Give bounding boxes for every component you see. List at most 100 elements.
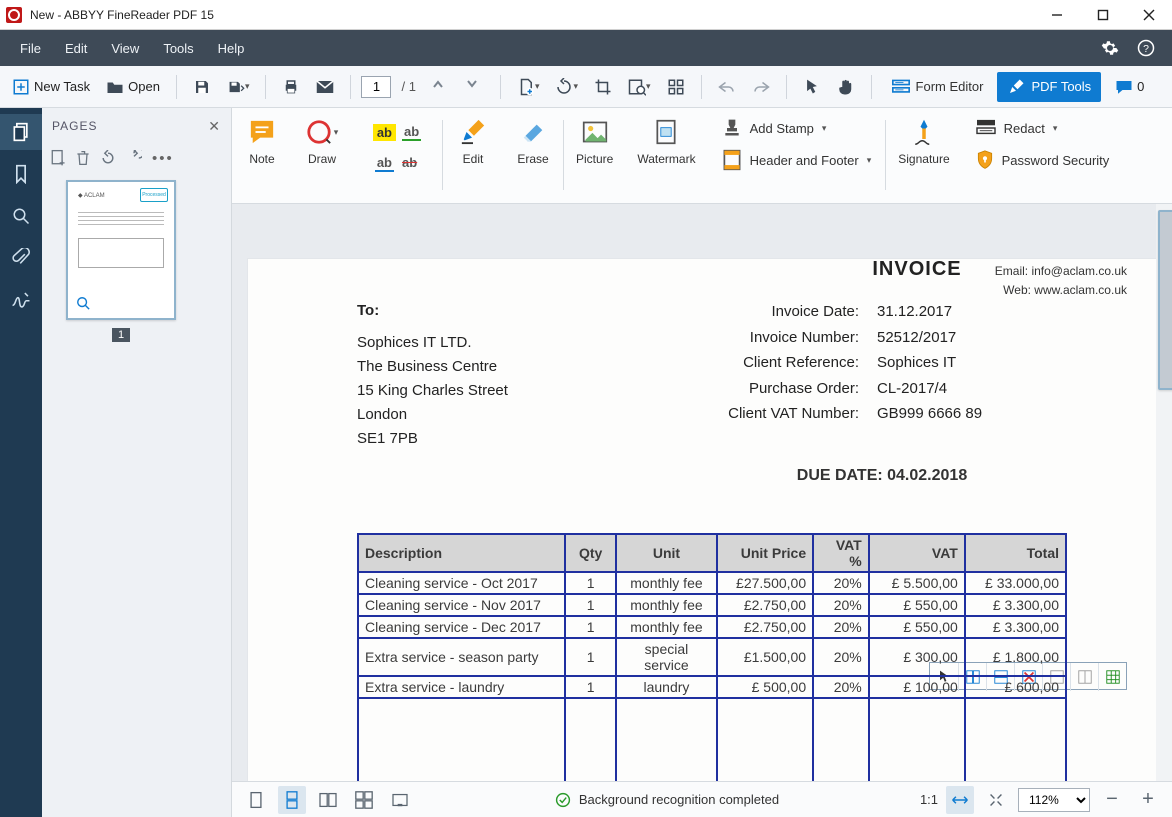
table-row[interactable]: Cleaning service - Nov 20171monthly fee£… [358,594,1066,616]
page-number-input[interactable] [361,76,391,98]
table-row[interactable]: Extra service - laundry1laundry£ 500,002… [358,676,1066,698]
view-two-continuous-icon[interactable] [350,786,378,814]
menu-view[interactable]: View [99,30,151,66]
form-editor-button[interactable]: Form Editor [882,72,994,102]
menu-edit[interactable]: Edit [53,30,99,66]
rail-search-icon[interactable] [0,198,42,234]
pages-panel-close-icon[interactable]: ✕ [208,118,221,135]
maximize-button[interactable] [1080,0,1126,30]
tool-watermark[interactable]: Watermark [625,108,707,170]
app-icon [6,7,22,23]
tool-add-stamp[interactable]: Add Stamp ▾ [718,114,876,142]
pages-delete-icon[interactable] [76,150,90,166]
new-task-button[interactable]: New Task [6,72,96,102]
zoom-in-button[interactable]: + [1134,786,1162,814]
tool-header-footer[interactable]: Header and Footer ▾ [718,146,876,174]
table-full-icon[interactable] [1098,663,1126,691]
window-title: New - ABBYY FineReader PDF 15 [30,8,214,22]
fit-page-icon[interactable] [982,786,1010,814]
table-split-icon[interactable] [1070,663,1098,691]
view-continuous-icon[interactable] [278,786,306,814]
pages-panel-tools: ••• [42,144,231,172]
menu-tools[interactable]: Tools [151,30,205,66]
pages-panel: PAGES ✕ ••• ◆ ACLAM Processed 1 [42,108,232,817]
redo-button[interactable] [746,72,776,102]
document-canvas[interactable]: Email: info@aclam.co.uk Web: www.aclam.c… [232,204,1172,781]
fit-width-icon[interactable] [946,786,974,814]
thumb-stamp: Processed [140,188,168,202]
document-page[interactable]: Email: info@aclam.co.uk Web: www.aclam.c… [247,258,1157,781]
pages-rotate-right-icon[interactable] [126,150,142,166]
rail-bookmarks-icon[interactable] [0,156,42,192]
table-row-empty [358,698,1066,781]
recognize-button[interactable]: ▾ [622,72,657,102]
page-total-label: / 1 [401,79,415,94]
view-two-page-icon[interactable] [314,786,342,814]
rail-signatures-icon[interactable] [0,282,42,318]
pages-add-icon[interactable] [50,149,66,167]
organize-button[interactable] [661,72,691,102]
pages-rotate-left-icon[interactable] [100,150,116,166]
watermark-icon [654,119,678,145]
print-button[interactable] [276,72,306,102]
underline-icon[interactable]: ab [402,124,421,141]
save-as-button[interactable]: ▾ [221,72,256,102]
pdf-tools-button[interactable]: PDF Tools [997,72,1101,102]
pages-more-icon[interactable]: ••• [152,150,174,167]
strikethrough-icon[interactable]: ab [400,155,419,172]
comments-button[interactable]: 0 [1109,72,1150,102]
page-up-button[interactable] [426,72,456,102]
crop-button[interactable] [588,72,618,102]
to-block: To: Sophices IT LTD. The Business Centre… [357,299,677,451]
open-button[interactable]: Open [100,72,166,102]
shield-icon [976,150,994,170]
zoom-select[interactable]: 112% [1018,788,1090,812]
tool-draw[interactable]: ▾ Draw [292,108,352,170]
tool-edit[interactable]: Edit [443,108,503,170]
invoice-table[interactable]: Description Qty Unit Unit Price VAT % VA… [357,533,1067,781]
undo-button[interactable] [712,72,742,102]
table-row[interactable]: Cleaning service - Dec 20171monthly fee£… [358,616,1066,638]
close-window-button[interactable] [1126,0,1172,30]
view-single-page-icon[interactable] [242,786,270,814]
tool-password-security[interactable]: Password Security [972,146,1114,174]
menu-file[interactable]: File [8,30,53,66]
status-recognition-text: Background recognition completed [579,792,779,807]
add-page-button[interactable]: ▾ [511,72,546,102]
tool-highlight-group[interactable]: ab ab ab ab [352,108,442,178]
rail-pages-icon[interactable] [0,114,42,150]
rail-attachments-icon[interactable] [0,240,42,276]
left-rail [0,108,42,817]
page-thumbnail[interactable]: ◆ ACLAM Processed [66,180,176,320]
minimize-button[interactable] [1034,0,1080,30]
save-button[interactable] [187,72,217,102]
page-down-button[interactable] [460,72,490,102]
pdf-tools-label: PDF Tools [1031,79,1091,94]
view-fullscreen-icon[interactable] [386,786,414,814]
invoice-info: Invoice Date:31.12.2017 Invoice Number:5… [677,299,1127,451]
table-row[interactable]: Cleaning service - Oct 20171monthly fee£… [358,572,1066,594]
tool-signature[interactable]: Signature [886,108,961,170]
highlight-yellow-icon[interactable]: ab [373,124,396,141]
underline-blue-icon[interactable]: ab [375,155,394,172]
tool-picture[interactable]: Picture [564,108,625,170]
table-row[interactable]: Extra service - season party1special ser… [358,638,1066,676]
tool-note[interactable]: Note [232,108,292,170]
help-icon[interactable]: ? [1128,30,1164,66]
settings-gear-icon[interactable] [1092,30,1128,66]
menu-help[interactable]: Help [206,30,257,66]
edit-icon [460,119,486,145]
tool-redact[interactable]: Redact ▾ [972,114,1114,142]
vertical-scrollbar[interactable] [1156,204,1172,781]
tool-erase[interactable]: Erase [503,108,563,170]
email-button[interactable] [310,72,340,102]
zoom-out-button[interactable]: − [1098,786,1126,814]
zoom-1to1-label[interactable]: 1:1 [920,792,938,807]
select-tool-button[interactable] [797,72,827,102]
status-bar: Background recognition completed 1:1 112… [232,781,1172,817]
signature-icon [911,118,937,146]
menubar: File Edit View Tools Help ? [0,30,1172,66]
hand-tool-button[interactable] [831,72,861,102]
pdf-tools-icon [1007,78,1025,96]
rotate-button[interactable]: ▾ [549,72,584,102]
